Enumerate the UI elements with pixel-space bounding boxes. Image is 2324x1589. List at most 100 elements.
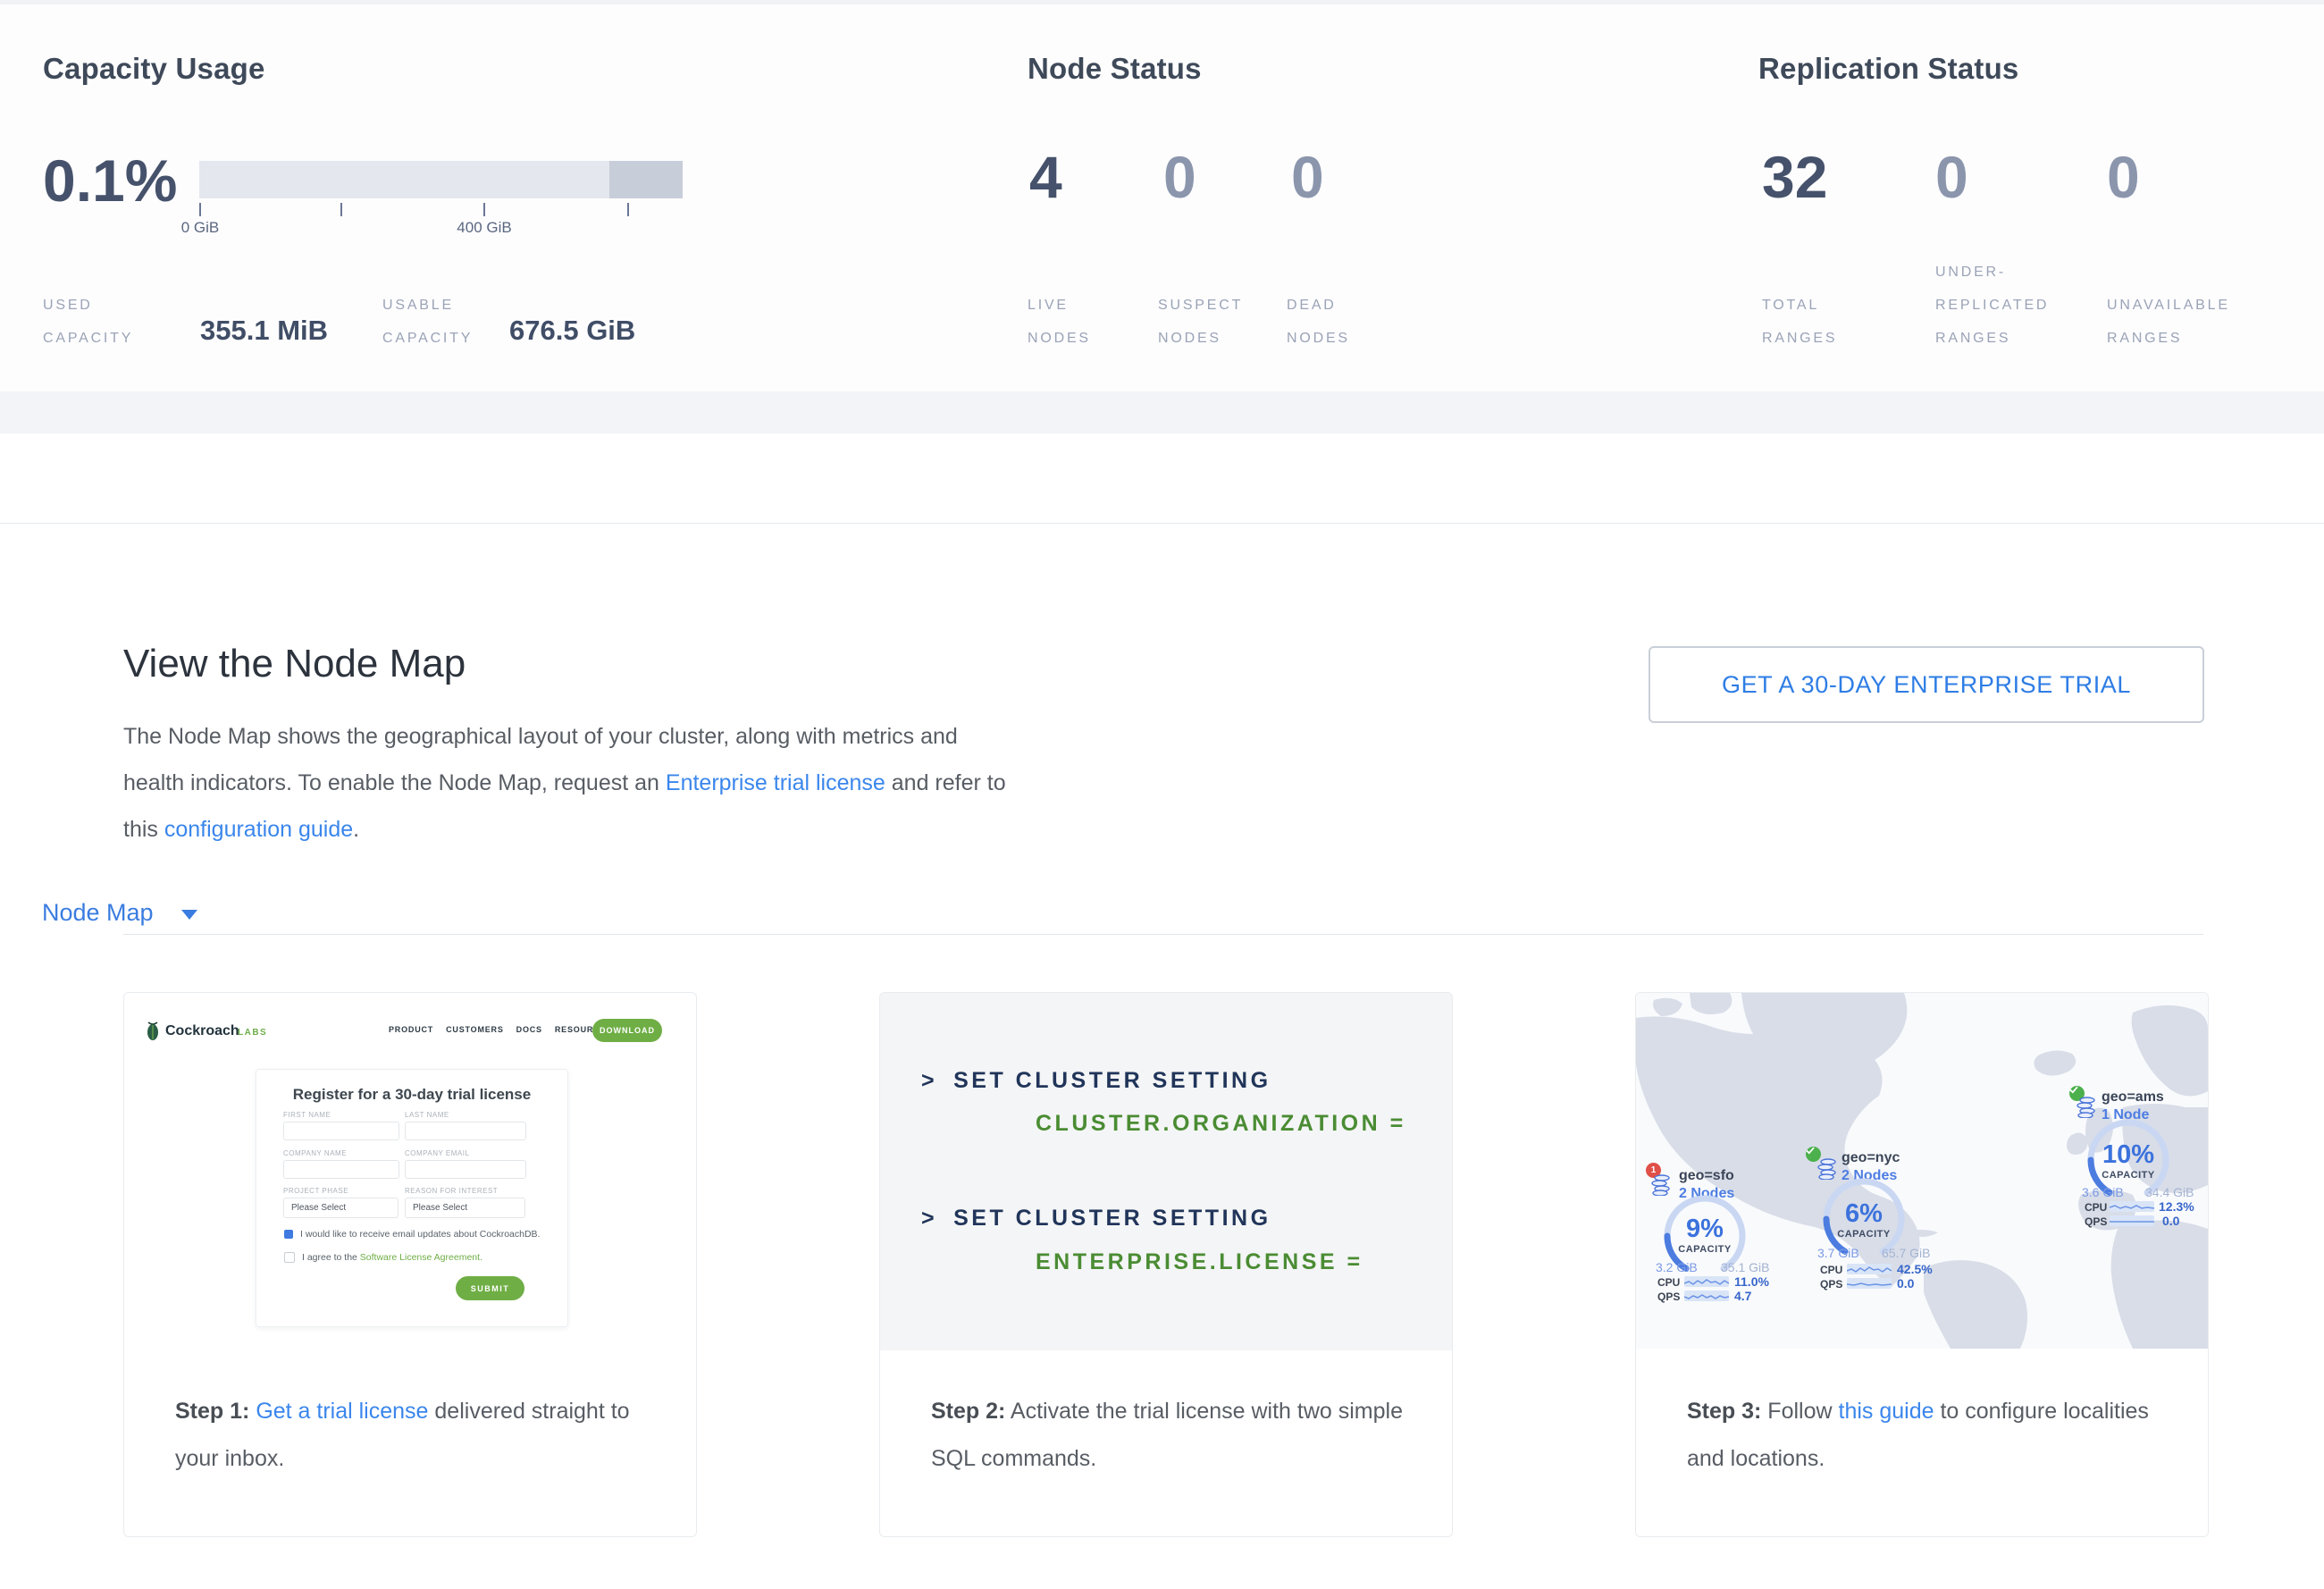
capacity-label: CAPACITY bbox=[2084, 1170, 2173, 1181]
check-icon bbox=[1806, 1147, 1815, 1155]
axis-tick bbox=[483, 203, 485, 216]
suspect-nodes-label: SUSPECT NODES bbox=[1158, 289, 1243, 355]
checked-checkbox-icon bbox=[284, 1230, 293, 1239]
mini-input bbox=[405, 1160, 526, 1179]
replication-status-title: Replication Status bbox=[1758, 52, 2018, 86]
qps-label: QPS bbox=[2085, 1215, 2107, 1228]
section-gap bbox=[0, 391, 2324, 433]
total-ranges-value: 32 bbox=[1762, 147, 1827, 206]
axis-tick-label: 0 GiB bbox=[147, 219, 254, 237]
mini-select: Please Select bbox=[283, 1198, 399, 1218]
live-nodes-value: 4 bbox=[1029, 147, 1062, 206]
unavailable-ranges-value: 0 bbox=[2107, 147, 2140, 206]
usable-capacity-value: 676.5 GiB bbox=[509, 315, 635, 347]
step1-card: Cockroach LABS PRODUCT CUSTOMERS DOCS RE… bbox=[123, 992, 697, 1537]
under-replicated-ranges-value: 0 bbox=[1935, 147, 1968, 206]
world-map: 1 geo=sfo 2 Nodes 9% CAPACITY 3.2 GiB 35… bbox=[1636, 993, 2208, 1349]
mini-input bbox=[405, 1122, 526, 1140]
divider bbox=[123, 934, 2203, 935]
cpu-value: 42.5% bbox=[1897, 1262, 1933, 1276]
mini-submit-button: SUBMIT bbox=[456, 1276, 524, 1300]
step3-caption: Step 3: Follow this guide to configure l… bbox=[1687, 1388, 2174, 1483]
cpu-sparkline bbox=[2110, 1201, 2154, 1212]
mini-field-label: FIRST NAME bbox=[283, 1111, 331, 1119]
mini-form-title: Register for a 30-day trial license bbox=[256, 1086, 567, 1104]
capacity-bar-other-segment bbox=[609, 161, 683, 198]
mini-checkbox-row: I would like to receive email updates ab… bbox=[284, 1229, 540, 1240]
qps-value: 4.7 bbox=[1734, 1289, 1751, 1303]
capacity-used: 3.7 GiB bbox=[1817, 1246, 1859, 1260]
dead-nodes-label: DEAD NODES bbox=[1287, 289, 1350, 355]
page-title: View the Node Map bbox=[123, 642, 466, 686]
capacity-used: 3.2 GiB bbox=[1656, 1260, 1698, 1274]
mini-download-button: DOWNLOAD bbox=[592, 1019, 662, 1042]
capacity-percent: 6% bbox=[1819, 1199, 1909, 1229]
code-block: >SET CLUSTER SETTING CLUSTER.ORGANIZATIO… bbox=[880, 993, 1452, 1350]
capacity-percent: 0.1% bbox=[43, 151, 177, 210]
live-nodes-label: LIVE NODES bbox=[1028, 289, 1091, 355]
capacity-total: 65.7 GiB bbox=[1882, 1246, 1930, 1260]
qps-label: QPS bbox=[1820, 1278, 1842, 1291]
capacity-bar bbox=[199, 161, 683, 198]
check-icon bbox=[2069, 1086, 2078, 1094]
cpu-label: CPU bbox=[1657, 1276, 1680, 1289]
qps-value: 0.0 bbox=[2162, 1214, 2179, 1228]
step1-caption: Step 1: Get a trial license delivered st… bbox=[175, 1388, 662, 1483]
step2-card: >SET CLUSTER SETTING CLUSTER.ORGANIZATIO… bbox=[879, 992, 1453, 1537]
axis-tick bbox=[340, 203, 342, 216]
cpu-sparkline bbox=[1847, 1264, 1892, 1274]
mini-field-label: REASON FOR INTEREST bbox=[405, 1187, 498, 1195]
intro-paragraph: The Node Map shows the geographical layo… bbox=[123, 713, 1017, 853]
mini-register-form: Register for a 30-day trial license FIRS… bbox=[256, 1069, 568, 1327]
used-capacity-label: USED CAPACITY bbox=[43, 289, 133, 355]
cpu-sparkline bbox=[1684, 1276, 1729, 1287]
capacity-label: CAPACITY bbox=[1819, 1229, 1909, 1240]
this-guide-link[interactable]: this guide bbox=[1839, 1399, 1934, 1424]
capacity-percent: 9% bbox=[1660, 1215, 1749, 1244]
usable-capacity-label: USABLE CAPACITY bbox=[382, 289, 473, 355]
mini-select: Please Select bbox=[405, 1198, 525, 1218]
capacity-percent: 10% bbox=[2084, 1140, 2173, 1170]
unavailable-ranges-label: UNAVAILABLE RANGES bbox=[2107, 289, 2230, 355]
dead-nodes-value: 0 bbox=[1291, 147, 1324, 206]
enterprise-trial-license-link[interactable]: Enterprise trial license bbox=[666, 770, 885, 795]
suspect-nodes-value: 0 bbox=[1163, 147, 1196, 206]
step3-card: 1 geo=sfo 2 Nodes 9% CAPACITY 3.2 GiB 35… bbox=[1635, 992, 2209, 1537]
mini-field-label: PROJECT PHASE bbox=[283, 1187, 348, 1195]
enterprise-trial-button[interactable]: GET A 30-DAY ENTERPRISE TRIAL bbox=[1649, 646, 2204, 723]
axis-tick-label: 400 GiB bbox=[431, 219, 538, 237]
capacity-label: CAPACITY bbox=[1660, 1244, 1749, 1255]
mini-field-label: COMPANY NAME bbox=[283, 1149, 347, 1157]
axis-tick bbox=[627, 203, 629, 216]
capacity-used: 3.6 GiB bbox=[2082, 1185, 2124, 1199]
mini-nav-item: PRODUCT bbox=[389, 1025, 433, 1034]
qps-value: 0.0 bbox=[1897, 1276, 1914, 1291]
unchecked-checkbox-icon bbox=[284, 1252, 295, 1263]
mini-checkbox-row: I agree to the Software License Agreemen… bbox=[284, 1252, 482, 1263]
chevron-down-icon[interactable] bbox=[181, 910, 197, 920]
under-replicated-ranges-label: UNDER- REPLICATED RANGES bbox=[1935, 256, 2049, 355]
axis-tick bbox=[199, 203, 201, 216]
step2-caption: Step 2: Activate the trial license with … bbox=[931, 1388, 1418, 1483]
get-trial-license-link[interactable]: Get a trial license bbox=[256, 1399, 428, 1424]
configuration-guide-link[interactable]: configuration guide bbox=[164, 817, 353, 842]
qps-label: QPS bbox=[1657, 1291, 1680, 1303]
qps-sparkline bbox=[1684, 1291, 1729, 1301]
used-capacity-value: 355.1 MiB bbox=[200, 315, 328, 347]
mini-brand-labs: LABS bbox=[238, 1028, 267, 1038]
cpu-label: CPU bbox=[2085, 1201, 2107, 1214]
capacity-usage-title: Capacity Usage bbox=[43, 52, 265, 86]
node-name: geo=ams bbox=[2102, 1089, 2164, 1106]
mini-input bbox=[283, 1160, 399, 1179]
node-name: geo=nyc bbox=[1842, 1150, 1900, 1166]
cpu-value: 11.0% bbox=[1734, 1274, 1769, 1289]
mini-brand-text: Cockroach bbox=[165, 1023, 239, 1039]
nodemap-dropdown-label[interactable]: Node Map bbox=[42, 899, 154, 927]
node-name: geo=sfo bbox=[1679, 1168, 1734, 1184]
total-ranges-label: TOTAL RANGES bbox=[1762, 289, 1837, 355]
cockroach-logo-icon bbox=[146, 1022, 160, 1041]
node-status-title: Node Status bbox=[1028, 52, 1202, 86]
mini-field-label: COMPANY EMAIL bbox=[405, 1149, 469, 1157]
nodemap-dropdown-bar[interactable]: Node Map bbox=[0, 433, 2324, 524]
cpu-label: CPU bbox=[1820, 1264, 1842, 1276]
